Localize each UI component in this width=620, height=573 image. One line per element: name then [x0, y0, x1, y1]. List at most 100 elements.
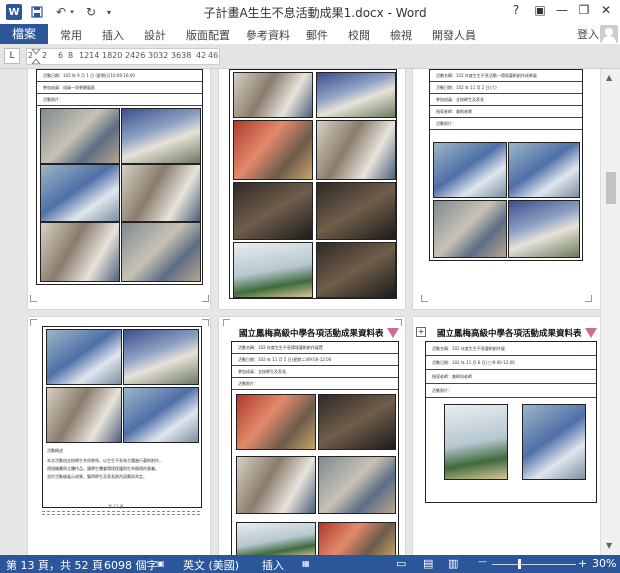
note-label: 活動概述 — [47, 448, 63, 453]
proofing-icon[interactable]: ▣ — [157, 559, 165, 568]
document-area[interactable]: 活動日期：102 年 9 月 1 日 (星期日)10:00-16:00 參加成員… — [0, 69, 600, 555]
page-thumbnail[interactable]: 國立鳳梅高級中學各項活動成果資料表 活動名稱：102 年度生生不息藝術創作展 活… — [413, 317, 600, 555]
avatar[interactable] — [600, 25, 618, 43]
activity-photo — [233, 182, 313, 240]
activity-photo — [40, 164, 120, 222]
ruler-number: 8 — [68, 51, 74, 60]
activity-photo — [508, 142, 580, 198]
table-row: 活動日期：102 年 11 月 6 日(三)9:00-12:00 — [426, 356, 596, 370]
page-footer: 第 13 頁 — [108, 504, 124, 509]
scroll-up-icon[interactable]: ▲ — [606, 73, 612, 82]
table-row: 活動日期：102 年 11 月 2 日(六) — [430, 82, 582, 94]
close-button[interactable]: ✕ — [596, 3, 616, 17]
table-row: 活動照片： — [37, 94, 202, 106]
tab-references[interactable]: 參考資料 — [246, 27, 290, 43]
activity-photo — [522, 404, 586, 480]
school-logo — [387, 328, 399, 338]
page-title: 國立鳳梅高級中學各項活動成果資料表 — [437, 329, 582, 339]
table-row: 參加成員：全校師生及家長 — [430, 94, 582, 106]
activity-photo — [40, 108, 120, 164]
page-thumbnail[interactable]: 國立鳳梅高級中學各項活動成果資料表 活動名稱：102 年度生生不息環境藝術創作展… — [219, 317, 405, 555]
zoom-level[interactable]: 30% — [592, 557, 616, 570]
sign-in-link[interactable]: 登入 — [577, 26, 599, 42]
ruler-number: 2 — [28, 51, 34, 60]
tab-mailings[interactable]: 郵件 — [306, 27, 328, 43]
table-row: 活動照片： — [426, 384, 596, 398]
table-row: 活動照片： — [232, 378, 398, 390]
page-count[interactable]: 第 13 頁，共 52 頁 — [6, 557, 103, 573]
tab-layout[interactable]: 版面配置 — [186, 27, 230, 43]
crop-mark — [421, 295, 428, 302]
minimize-button[interactable]: — — [552, 3, 572, 17]
horizontal-ruler[interactable]: L 2 2 6 8 1214 1820 2426 3032 3638 42 46 — [0, 44, 620, 69]
table-row: 活動名稱：102 年度生生不息活動—環境藝術創作成果展 — [430, 70, 582, 82]
vertical-scrollbar[interactable]: ▲ ▼ — [600, 69, 620, 555]
page-thumbnail[interactable]: 活動日期：102 年 9 月 1 日 (星期日)10:00-16:00 參加成員… — [28, 69, 210, 309]
activity-photo — [46, 387, 122, 443]
activity-photo — [233, 242, 313, 298]
tab-developer[interactable]: 開發人員 — [432, 27, 476, 43]
note-line: 並於活動後展示成果，獲得師生及家長熱烈迴響與肯定。 — [47, 474, 147, 479]
note-line: 本次活動由全校師生共同參與，以生生不息為主題進行藝術創作， — [47, 458, 163, 463]
activity-photo — [121, 108, 201, 164]
undo-dropdown-icon[interactable]: ▾ — [68, 4, 76, 20]
photo-table — [229, 69, 397, 299]
scroll-thumb[interactable] — [606, 172, 616, 204]
zoom-slider[interactable] — [492, 564, 576, 565]
word-count[interactable]: 6098 個字 — [104, 557, 158, 573]
page-thumbnail[interactable] — [219, 69, 405, 309]
save-icon[interactable] — [30, 4, 44, 20]
activity-photo — [236, 522, 316, 555]
activity-table: 活動概述 本次活動由全校師生共同參與，以生生不息為主題進行藝術創作， 透過繪畫與… — [42, 326, 202, 508]
tab-review[interactable]: 校閱 — [348, 27, 370, 43]
page-title: 國立鳳梅高級中學各項活動成果資料表 — [239, 329, 384, 339]
tab-design[interactable]: 設計 — [144, 27, 166, 43]
activity-photo — [444, 404, 508, 480]
crop-mark — [585, 295, 592, 302]
zoom-out-button[interactable]: — — [478, 557, 487, 567]
activity-photo — [233, 72, 313, 118]
activity-photo — [236, 394, 316, 450]
activity-photo — [508, 200, 580, 258]
table-move-handle-icon[interactable]: + — [416, 327, 426, 337]
undo-icon[interactable]: ↶ — [54, 4, 68, 20]
ruler-number: 1214 — [79, 51, 100, 60]
tab-file[interactable]: 檔案 — [0, 24, 48, 44]
zoom-in-button[interactable]: + — [578, 557, 587, 570]
insert-mode-indicator[interactable]: 插入 — [262, 557, 284, 573]
page-thumbnail[interactable]: 活動名稱：102 年度生生不息活動—環境藝術創作成果展 活動日期：102 年 1… — [413, 69, 600, 309]
tab-home[interactable]: 常用 — [60, 27, 82, 43]
word-app-icon[interactable]: W — [6, 4, 22, 20]
activity-table: 活動名稱：102 年度生生不息活動—環境藝術創作成果展 活動日期：102 年 1… — [429, 69, 583, 261]
ruler-number: 2426 — [125, 51, 146, 60]
ribbon-tabs: 檔案 常用 插入 設計 版面配置 參考資料 郵件 校閱 檢視 開發人員 登入 — [0, 24, 620, 44]
customize-quick-access-icon[interactable]: ▾ — [104, 4, 114, 20]
activity-photo — [318, 394, 396, 450]
tab-insert[interactable]: 插入 — [102, 27, 124, 43]
page-thumbnail[interactable]: 活動概述 本次活動由全校師生共同參與，以生生不息為主題進行藝術創作， 透過繪畫與… — [28, 317, 210, 555]
scroll-down-icon[interactable]: ▼ — [606, 541, 612, 550]
activity-photo — [123, 329, 199, 385]
macro-recording-icon[interactable]: ▦ — [302, 559, 310, 568]
restore-button[interactable]: ❐ — [574, 3, 594, 17]
language-indicator[interactable]: 英文 (美國) — [183, 557, 239, 573]
zoom-slider-thumb[interactable] — [518, 559, 521, 569]
redo-icon[interactable]: ↻ — [84, 4, 98, 20]
crop-mark — [30, 295, 37, 302]
ruler-number: 3638 — [171, 51, 192, 60]
ribbon-display-options-button[interactable]: ▣ — [530, 3, 550, 17]
ruler-number: 6 — [58, 51, 64, 60]
table-row: 指導老師：美術老師 — [430, 106, 582, 118]
activity-photo — [46, 329, 122, 385]
tab-selector[interactable]: L — [4, 48, 20, 64]
print-layout-icon[interactable]: ▤ — [423, 557, 433, 570]
web-layout-icon[interactable]: ▥ — [448, 557, 458, 570]
activity-photo — [433, 200, 507, 258]
help-button[interactable]: ? — [506, 3, 526, 17]
read-mode-icon[interactable]: ▭ — [396, 557, 406, 570]
tab-view[interactable]: 檢視 — [390, 27, 412, 43]
activity-table: 活動名稱：102 年度生生不息環境藝術創作展覽 活動日期：102 年 11 月 … — [231, 341, 399, 555]
activity-photo — [121, 164, 201, 222]
activity-photo — [121, 222, 201, 282]
activity-photo — [316, 120, 396, 180]
